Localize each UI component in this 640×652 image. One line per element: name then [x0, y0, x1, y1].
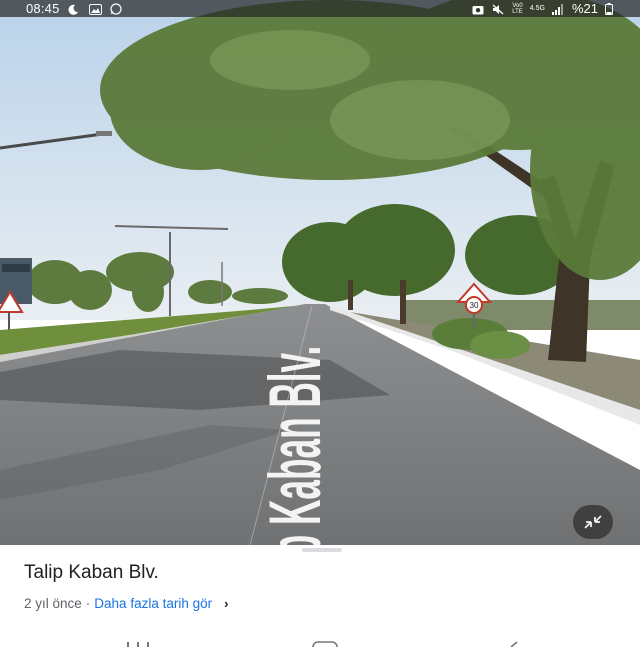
drag-handle[interactable]: [302, 548, 342, 552]
status-time: 08:45: [26, 1, 60, 16]
camera-icon: [472, 3, 485, 15]
back-icon[interactable]: [505, 634, 525, 648]
road-marking-text: Talip Kaban Blv.: [255, 346, 337, 545]
whatsapp-icon: [109, 3, 123, 15]
street-view-panorama[interactable]: 30 Talip Kaban Blv.: [0, 0, 640, 545]
status-bar: 08:45 Vo0 LTE 4.5G %21: [0, 0, 640, 17]
recent-apps-icon[interactable]: [123, 634, 153, 647]
network-generation: 4.5G: [529, 5, 545, 12]
place-title: Talip Kaban Blv.: [24, 562, 159, 583]
imagery-date-row: 2 yıl önce · Daha fazla tarih gör ›: [24, 596, 228, 611]
speed-sign-value: 30: [470, 301, 479, 310]
network-volte: Vo0 LTE: [512, 2, 523, 15]
system-nav-bar: [0, 625, 640, 652]
exit-fullscreen-button[interactable]: [573, 505, 613, 539]
battery-percent: %21: [571, 1, 598, 16]
battery-icon: [605, 3, 618, 15]
home-icon[interactable]: [310, 634, 340, 652]
mute-icon: [492, 3, 505, 15]
street-view-image: 30 Talip Kaban Blv.: [0, 0, 640, 545]
more-dates-link[interactable]: Daha fazla tarih gör: [94, 596, 212, 611]
moon-icon: [68, 3, 81, 15]
gallery-icon: [88, 3, 102, 15]
separator-dot: ·: [85, 596, 91, 611]
imagery-age: 2 yıl önce: [24, 596, 82, 611]
chevron-right-icon[interactable]: ›: [224, 596, 228, 611]
signal-icon: [551, 3, 565, 15]
exit-fullscreen-icon: [584, 515, 602, 529]
